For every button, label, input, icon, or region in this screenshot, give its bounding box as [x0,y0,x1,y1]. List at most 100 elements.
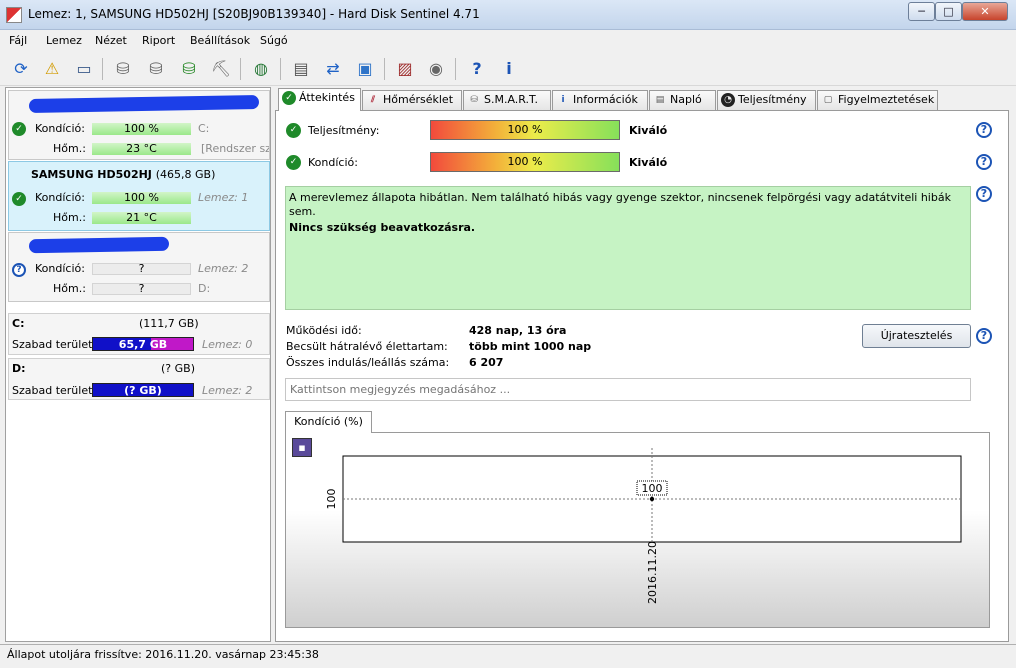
title-bar: Lemez: 1, SAMSUNG HD502HJ [S20BJ90B13934… [0,0,1016,30]
network-icon[interactable]: ▣ [352,56,378,82]
condition-label: Kondíció: [35,262,85,275]
retest-button[interactable]: Újratesztelés [862,324,971,348]
condition-label: Kondíció: [35,122,85,135]
system-note: [Rendszer szá [201,142,269,155]
status-ok-icon: ✓ [12,122,26,136]
menu-disk[interactable]: Lemez [46,34,82,47]
alerts-icon: ▢ [823,95,833,105]
minimize-button[interactable]: ─ [908,2,935,21]
maximize-button[interactable]: □ [935,2,962,21]
partition-d[interactable]: D: (? GB) Szabad terület (? GB) Lemez: 2 [8,358,270,400]
smart-icon: ⛁ [470,95,478,105]
disk-ref: Lemez: 1 [198,191,249,204]
startstop-label: Összes indulás/leállás száma: [286,356,450,369]
help-icon[interactable]: ? [976,122,992,138]
gauge-icon: ◔ [721,93,735,107]
disk-entry-0[interactable]: ✓ Kondíció: 100 % C: Hőm.: 23 °C [Rendsz… [8,90,270,160]
data-point [649,496,655,502]
status-text: A merevlemez állapota hibátlan. Nem talá… [289,191,951,218]
menu-report[interactable]: Riport [142,34,175,47]
help-icon[interactable]: ? [464,56,490,82]
disk-ref: Lemez: 2 [198,262,249,275]
log-icon: ▤ [655,95,665,105]
free-space-label: Szabad terület [12,384,93,397]
condition-bar: ? [92,263,191,275]
data-label: 100 [642,482,663,495]
lifetime-label: Becsült hátralévő élettartam: [286,340,448,353]
help-icon[interactable]: ? [976,186,992,202]
condition-chart: ▪ 100 2016.11.20 100 [285,432,990,628]
menu-view[interactable]: Nézet [95,34,127,47]
tab-log[interactable]: ▤ Napló [649,90,716,110]
drive-letter: C: [198,122,210,135]
check-icon: ✓ [282,91,296,105]
free-space-bar: (? GB) [92,383,194,397]
condition-label: Kondíció: [308,156,358,169]
condition-label: Kondíció: [35,191,85,204]
disk-entry-2[interactable]: ? Kondíció: ? Lemez: 2 Hőm.: ? D: [8,232,270,302]
disk-test2-icon[interactable]: ⛁ [143,56,169,82]
tab-information[interactable]: i Információk [552,90,648,110]
condition-bar: 100 % [430,152,620,172]
monitor-icon[interactable]: ▨ [392,56,418,82]
disk-ok-icon[interactable]: ⛁ [176,56,202,82]
chart-tab-condition[interactable]: Kondíció (%) [285,411,372,433]
uptime-label: Működési idő: [286,324,362,337]
sound-icon[interactable]: ◉ [423,56,449,82]
status-ok-icon: ✓ [12,192,26,206]
help-icon[interactable]: ? [976,328,992,344]
status-bar-text: Állapot utoljára frissítve: 2016.11.20. … [7,648,319,661]
unknown-status-icon: ? [12,263,26,277]
menu-help[interactable]: Súgó [260,34,288,47]
disk-entry-1[interactable]: SAMSUNG HD502HJ (465,8 GB) ✓ Kondíció: 1… [8,161,270,231]
condition-rating: Kiváló [629,156,668,169]
partition-size: (111,7 GB) [139,317,199,330]
note-input[interactable] [285,378,971,401]
tab-alerts[interactable]: ▢ Figyelmeztetések [817,90,938,110]
report-icon[interactable]: ▤ [288,56,314,82]
condition-bar: 100 % [92,123,191,135]
menu-file[interactable]: Fájl [9,34,27,47]
temp-label: Hőm.: [53,142,86,155]
info-icon: i [561,95,565,105]
disk-tools-icon[interactable]: ⛏ [208,56,234,82]
condition-bar: 100 % [92,192,191,204]
tab-overview[interactable]: ✓ Áttekintés [278,88,361,111]
temp-label: Hőm.: [53,282,86,295]
performance-label: Teljesítmény: [308,124,380,137]
action-text: Nincs szükség beavatkozásra. [289,221,476,234]
app-icon [6,7,22,23]
performance-bar: 100 % [430,120,620,140]
redacted-name [28,94,260,114]
help-icon[interactable]: ? [976,154,992,170]
temp-bar: ? [92,283,191,295]
partition-drive: D: [12,362,26,375]
toolbar: ⟳ ⚠ ▭ ⛁ ⛁ ⛁ ⛏ ◍ ▤ ⇄ ▣ ▨ ◉ ? i [0,52,1016,86]
temp-bar: 21 °C [92,212,191,224]
tab-temperature[interactable]: ⫽ Hőmérséklet [362,90,462,110]
globe-icon[interactable]: ◍ [248,56,274,82]
temp-bar: 23 °C [92,143,191,155]
menu-settings[interactable]: Beállítások [190,34,250,47]
free-space-label: Szabad terület [12,338,93,351]
chart-svg: 100 2016.11.20 100 [325,448,962,604]
uptime-value: 428 nap, 13 óra [469,324,567,337]
disk-name: SAMSUNG HD502HJ (465,8 GB) [31,168,216,181]
disk-list-panel: ✓ Kondíció: 100 % C: Hőm.: 23 °C [Rendsz… [5,87,271,642]
partition-size: (? GB) [161,362,195,375]
partition-drive: C: [12,317,25,330]
thermometer-icon: ⫽ [370,95,375,105]
info-icon[interactable]: i [496,56,522,82]
alert-icon[interactable]: ⚠ [39,56,65,82]
disk-ref: Lemez: 0 [202,338,253,351]
disk-icon[interactable]: ▭ [71,56,97,82]
transfer-icon[interactable]: ⇄ [320,56,346,82]
refresh-icon[interactable]: ⟳ [8,56,34,82]
close-button[interactable]: ✕ [962,2,1008,21]
free-space-bar: 65,7 GB [92,337,194,351]
partition-c[interactable]: C: (111,7 GB) Szabad terület 65,7 GB Lem… [8,313,270,355]
tab-smart[interactable]: ⛁ S.M.A.R.T. [463,90,551,110]
startstop-value: 6 207 [469,356,504,369]
tab-performance[interactable]: ◔ Teljesítmény [717,90,816,110]
disk-test-icon[interactable]: ⛁ [110,56,136,82]
